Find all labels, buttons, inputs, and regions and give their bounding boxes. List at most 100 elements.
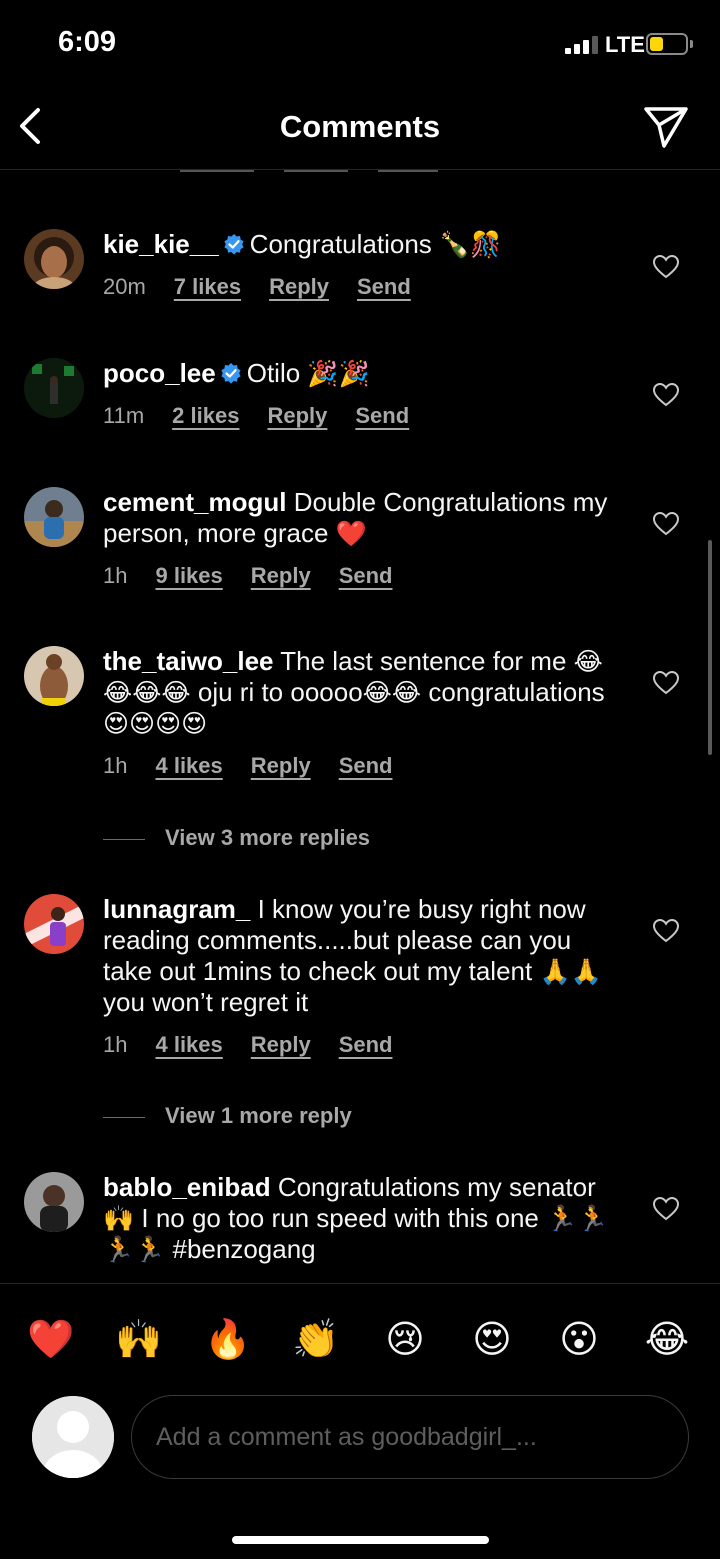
likes-link[interactable]: 4 likes bbox=[155, 1032, 222, 1057]
page-title: Comments bbox=[279, 109, 441, 144]
cut-off-line bbox=[180, 170, 254, 172]
avatar[interactable] bbox=[24, 894, 84, 954]
quick-emoji-bar: ❤️ 🙌 🔥 👏 😢 😍 😮 😂 bbox=[0, 1283, 720, 1389]
comment-meta: 11m 2 likes Reply Send bbox=[103, 403, 437, 429]
view-more-replies-button[interactable]: View 3 more replies bbox=[103, 825, 370, 851]
comment-item: the_taiwo_lee The last sentence for me 😂… bbox=[0, 646, 720, 786]
comments-screen: 6:09 LTE Comments kie_kie__ Congratulati… bbox=[0, 0, 720, 1559]
comment-body: Congratulations bbox=[249, 229, 432, 259]
comment-text: poco_lee Otilo 🎉🎉 bbox=[103, 358, 623, 389]
comment-time: 20m bbox=[103, 274, 146, 299]
comment-body: you won’t regret it bbox=[103, 987, 309, 1017]
reply-button[interactable]: Reply bbox=[251, 753, 311, 778]
view-more-dash bbox=[103, 838, 145, 840]
quick-emoji-crying[interactable]: 😢 bbox=[380, 1314, 430, 1364]
comment-time: 1h bbox=[103, 1032, 128, 1057]
comment-input[interactable] bbox=[131, 1395, 689, 1479]
comment-text: bablo_enibad Congratulations my senator … bbox=[103, 1172, 623, 1265]
view-more-label: View 1 more reply bbox=[165, 1103, 352, 1128]
my-avatar bbox=[32, 1396, 114, 1478]
comment-item: cement_mogul Double Congratulations my p… bbox=[0, 487, 720, 607]
comment-text: cement_mogul Double Congratulations my p… bbox=[103, 487, 623, 549]
comment-item: bablo_enibad Congratulations my senator … bbox=[0, 1172, 720, 1282]
direct-send-icon[interactable] bbox=[642, 104, 690, 150]
like-heart-icon[interactable] bbox=[652, 918, 680, 944]
verified-badge-icon bbox=[221, 363, 241, 384]
comment-meta: 20m 7 likes Reply Send bbox=[103, 274, 439, 300]
likes-link[interactable]: 2 likes bbox=[172, 403, 239, 428]
view-more-replies-button[interactable]: View 1 more reply bbox=[103, 1103, 352, 1129]
quick-emoji-clap[interactable]: 👏 bbox=[291, 1314, 341, 1364]
comments-list[interactable]: kie_kie__ Congratulations 🍾🎊 20m 7 likes Re… bbox=[0, 170, 720, 1282]
comment-username[interactable]: the_taiwo_lee bbox=[103, 646, 274, 676]
send-button[interactable]: Send bbox=[355, 403, 409, 428]
comment-body: The last sentence for me bbox=[280, 646, 567, 676]
comment-body: I no go too run speed with this one bbox=[141, 1203, 539, 1233]
comment-text: the_taiwo_lee The last sentence for me 😂… bbox=[103, 646, 623, 739]
comment-text: kie_kie__ Congratulations 🍾🎊 bbox=[103, 229, 623, 260]
comment-body: oju ri to ooooo bbox=[197, 677, 363, 707]
status-time: 6:09 bbox=[58, 26, 117, 58]
quick-emoji-laughing[interactable]: 😂 bbox=[642, 1314, 692, 1364]
comment-username[interactable]: cement_mogul bbox=[103, 487, 287, 517]
quick-emoji-surprised[interactable]: 😮 bbox=[554, 1314, 604, 1364]
likes-link[interactable]: 4 likes bbox=[155, 753, 222, 778]
quick-emoji-heart[interactable]: ❤️ bbox=[26, 1314, 76, 1364]
like-heart-icon[interactable] bbox=[652, 382, 680, 408]
comment-body: Congratulations my senator bbox=[277, 1172, 596, 1202]
comment-item: kie_kie__ Congratulations 🍾🎊 20m 7 likes Re… bbox=[0, 229, 720, 319]
comment-text: lunnagram_ I know you’re busy right now … bbox=[103, 894, 623, 1018]
comment-hashtag[interactable]: #benzogang bbox=[173, 1234, 316, 1264]
comment-emojis: 🙏🙏 bbox=[539, 957, 602, 986]
comment-emojis: 😍😍😍😍 bbox=[103, 709, 208, 738]
send-button[interactable]: Send bbox=[339, 753, 393, 778]
reply-button[interactable]: Reply bbox=[269, 274, 329, 299]
comment-body: congratulations bbox=[428, 677, 605, 707]
avatar[interactable] bbox=[24, 646, 84, 706]
comment-emojis: 🙌 bbox=[103, 1204, 135, 1233]
comment-username[interactable]: lunnagram_ bbox=[103, 894, 250, 924]
comment-time: 1h bbox=[103, 563, 128, 588]
like-heart-icon[interactable] bbox=[652, 254, 680, 280]
send-button[interactable]: Send bbox=[339, 1032, 393, 1057]
avatar[interactable] bbox=[24, 229, 84, 289]
nav-bar: Comments bbox=[0, 90, 720, 170]
like-heart-icon[interactable] bbox=[652, 1196, 680, 1222]
like-heart-icon[interactable] bbox=[652, 670, 680, 696]
quick-emoji-heart-eyes[interactable]: 😍 bbox=[467, 1314, 517, 1364]
avatar[interactable] bbox=[24, 358, 84, 418]
comment-time: 1h bbox=[103, 753, 128, 778]
status-bar: 6:09 LTE bbox=[0, 0, 720, 90]
avatar[interactable] bbox=[24, 1172, 84, 1232]
likes-link[interactable]: 7 likes bbox=[174, 274, 241, 299]
likes-link[interactable]: 9 likes bbox=[155, 563, 222, 588]
comment-emojis: 🎉🎉 bbox=[307, 359, 370, 388]
quick-emoji-raised-hands[interactable]: 🙌 bbox=[114, 1314, 164, 1364]
comment-emojis: ❤️ bbox=[335, 519, 367, 548]
comment-emojis: 🍾🎊 bbox=[439, 230, 502, 259]
verified-badge-icon bbox=[224, 234, 244, 255]
send-button[interactable]: Send bbox=[339, 563, 393, 588]
comment-username[interactable]: kie_kie__ bbox=[103, 229, 219, 259]
like-heart-icon[interactable] bbox=[652, 511, 680, 537]
view-more-dash bbox=[103, 1116, 145, 1118]
reply-button[interactable]: Reply bbox=[267, 403, 327, 428]
quick-emoji-fire[interactable]: 🔥 bbox=[203, 1314, 253, 1364]
scrollbar[interactable] bbox=[708, 540, 712, 755]
comment-time: 11m bbox=[103, 403, 145, 428]
comment-item: poco_lee Otilo 🎉🎉 11m 2 likes Reply Send bbox=[0, 358, 720, 448]
comment-meta: 1h 4 likes Reply Send bbox=[103, 1032, 420, 1058]
home-indicator bbox=[232, 1536, 489, 1544]
battery-tip bbox=[690, 40, 693, 48]
signal-icon bbox=[565, 36, 599, 54]
network-label: LTE bbox=[605, 32, 645, 57]
send-button[interactable]: Send bbox=[357, 274, 411, 299]
avatar[interactable] bbox=[24, 487, 84, 547]
reply-button[interactable]: Reply bbox=[251, 1032, 311, 1057]
battery-icon bbox=[646, 33, 688, 55]
comment-username[interactable]: bablo_enibad bbox=[103, 1172, 271, 1202]
cut-off-line bbox=[378, 170, 438, 172]
reply-button[interactable]: Reply bbox=[251, 563, 311, 588]
comment-username[interactable]: poco_lee bbox=[103, 358, 216, 388]
cut-off-line bbox=[284, 170, 348, 172]
